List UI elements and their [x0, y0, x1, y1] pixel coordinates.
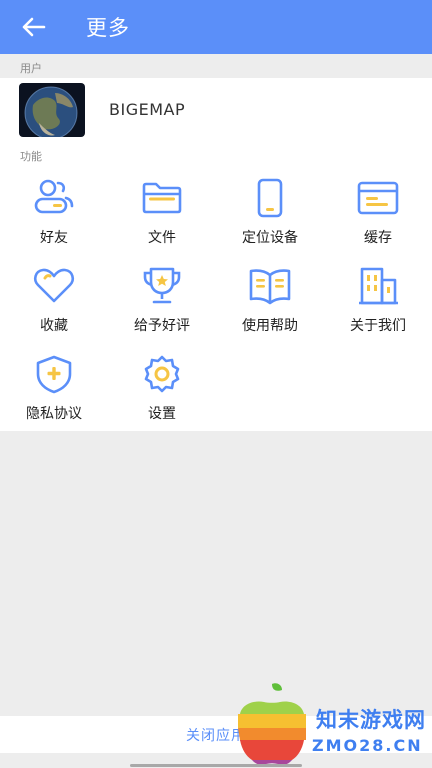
- menu-item-favorites[interactable]: 收藏: [0, 254, 108, 342]
- menu-item-rate[interactable]: 给予好评: [108, 254, 216, 342]
- book-icon: [249, 269, 291, 305]
- menu-item-help[interactable]: 使用帮助: [216, 254, 324, 342]
- back-button[interactable]: [16, 10, 50, 44]
- gear-icon: [144, 355, 180, 393]
- username: BIGEMAP: [109, 100, 186, 119]
- shield-icon: [36, 355, 72, 394]
- folder-icon: [142, 182, 182, 214]
- building-icon: [359, 267, 398, 305]
- watermark-en: ZMO28.CN: [312, 736, 423, 755]
- heart-icon: [33, 268, 75, 303]
- user-section-label: 用户: [20, 62, 42, 75]
- page-title: 更多: [86, 16, 130, 40]
- trophy-icon: [143, 267, 181, 304]
- apple-logo-icon: [238, 683, 306, 765]
- earth-globe-avatar: [19, 83, 85, 137]
- menu-item-label: 隐私协议: [26, 406, 82, 422]
- menu-item-label: 定位设备: [242, 230, 298, 246]
- menu-item-settings[interactable]: 设置: [108, 342, 216, 430]
- menu-item-files[interactable]: 文件: [108, 166, 216, 254]
- menu-item-label: 关于我们: [350, 318, 406, 334]
- menu-item-privacy[interactable]: 隐私协议: [0, 342, 108, 430]
- menu-item-location-device[interactable]: 定位设备: [216, 166, 324, 254]
- function-section-label: 功能: [20, 150, 42, 163]
- menu-item-about[interactable]: 关于我们: [324, 254, 432, 342]
- arrow-left-icon: [22, 17, 46, 37]
- avatar[interactable]: [19, 83, 85, 137]
- user-card[interactable]: BIGEMAP: [0, 78, 432, 166]
- top-app-bar: 更多: [0, 0, 432, 54]
- menu-item-label: 缓存: [364, 230, 392, 246]
- menu-item-label: 文件: [148, 230, 176, 246]
- friends-icon: [34, 179, 74, 214]
- cache-card-icon: [357, 181, 399, 215]
- menu-item-label: 使用帮助: [242, 318, 298, 334]
- watermark-logo: 知末游戏网 ZMO28.CN: [232, 680, 432, 768]
- menu-item-label: 好友: [40, 230, 68, 246]
- menu-item-label: 收藏: [40, 318, 68, 334]
- watermark-cn: 知末游戏网: [316, 708, 426, 732]
- menu-item-friends[interactable]: 好友: [0, 166, 108, 254]
- menu-item-label: 给予好评: [134, 318, 190, 334]
- home-indicator[interactable]: [130, 764, 302, 767]
- phone-device-icon: [257, 178, 283, 218]
- function-panel: 好友 文件 定位设备 缓存 收藏 给予好评 使用帮助 关于我们 隐私协议 设置: [0, 166, 432, 431]
- menu-item-cache[interactable]: 缓存: [324, 166, 432, 254]
- menu-item-label: 设置: [148, 406, 176, 422]
